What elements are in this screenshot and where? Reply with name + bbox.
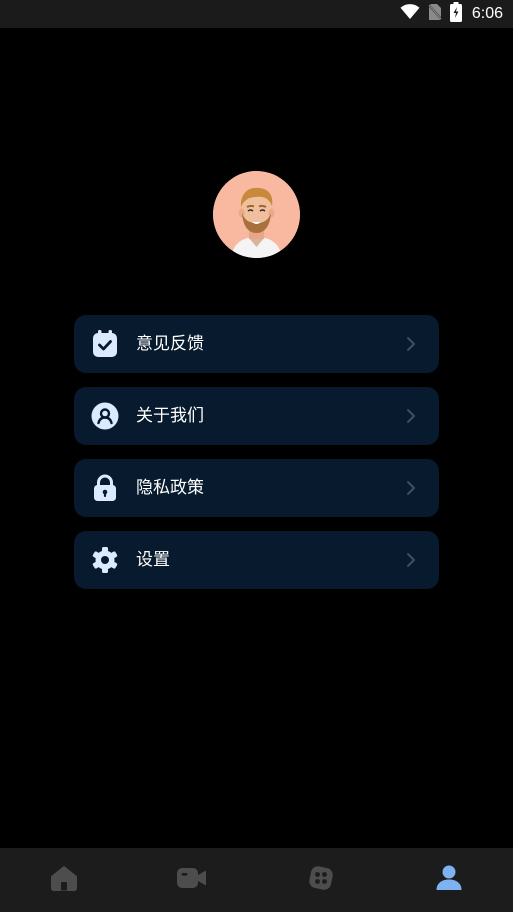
feedback-icon (91, 330, 119, 358)
chevron-right-icon (405, 408, 417, 424)
avatar[interactable] (213, 171, 300, 258)
menu-item-label: 设置 (136, 550, 170, 570)
profile-icon (435, 864, 463, 896)
home-icon (50, 865, 78, 895)
about-us-icon (91, 402, 119, 430)
no-sim-icon (427, 3, 443, 25)
gear-icon (91, 546, 119, 574)
status-time: 6:06 (471, 5, 503, 22)
avatar-icon (213, 171, 300, 258)
chevron-right-icon (405, 480, 417, 496)
menu-item-feedback[interactable]: 意见反馈 (74, 315, 439, 373)
bottom-tab-bar (0, 848, 513, 912)
tab-home[interactable] (0, 848, 128, 912)
tab-apps[interactable] (257, 848, 385, 912)
menu-item-label: 意见反馈 (136, 334, 204, 354)
menu-item-label: 隐私政策 (136, 478, 204, 498)
chevron-right-icon (405, 552, 417, 568)
video-icon (177, 866, 207, 894)
tab-video[interactable] (128, 848, 256, 912)
chevron-right-icon (405, 336, 417, 352)
apps-icon (307, 864, 335, 896)
menu-item-privacy-policy[interactable]: 隐私政策 (74, 459, 439, 517)
menu-list: 意见反馈 关于我们 隐私政策 设置 (74, 315, 439, 603)
tab-profile[interactable] (385, 848, 513, 912)
menu-item-settings[interactable]: 设置 (74, 531, 439, 589)
menu-item-label: 关于我们 (136, 406, 204, 426)
menu-item-about-us[interactable]: 关于我们 (74, 387, 439, 445)
status-bar: 6:06 (0, 0, 513, 28)
battery-charging-icon (449, 2, 462, 26)
status-icons: 6:06 (400, 2, 503, 26)
lock-icon (91, 474, 119, 502)
wifi-icon (400, 4, 420, 24)
